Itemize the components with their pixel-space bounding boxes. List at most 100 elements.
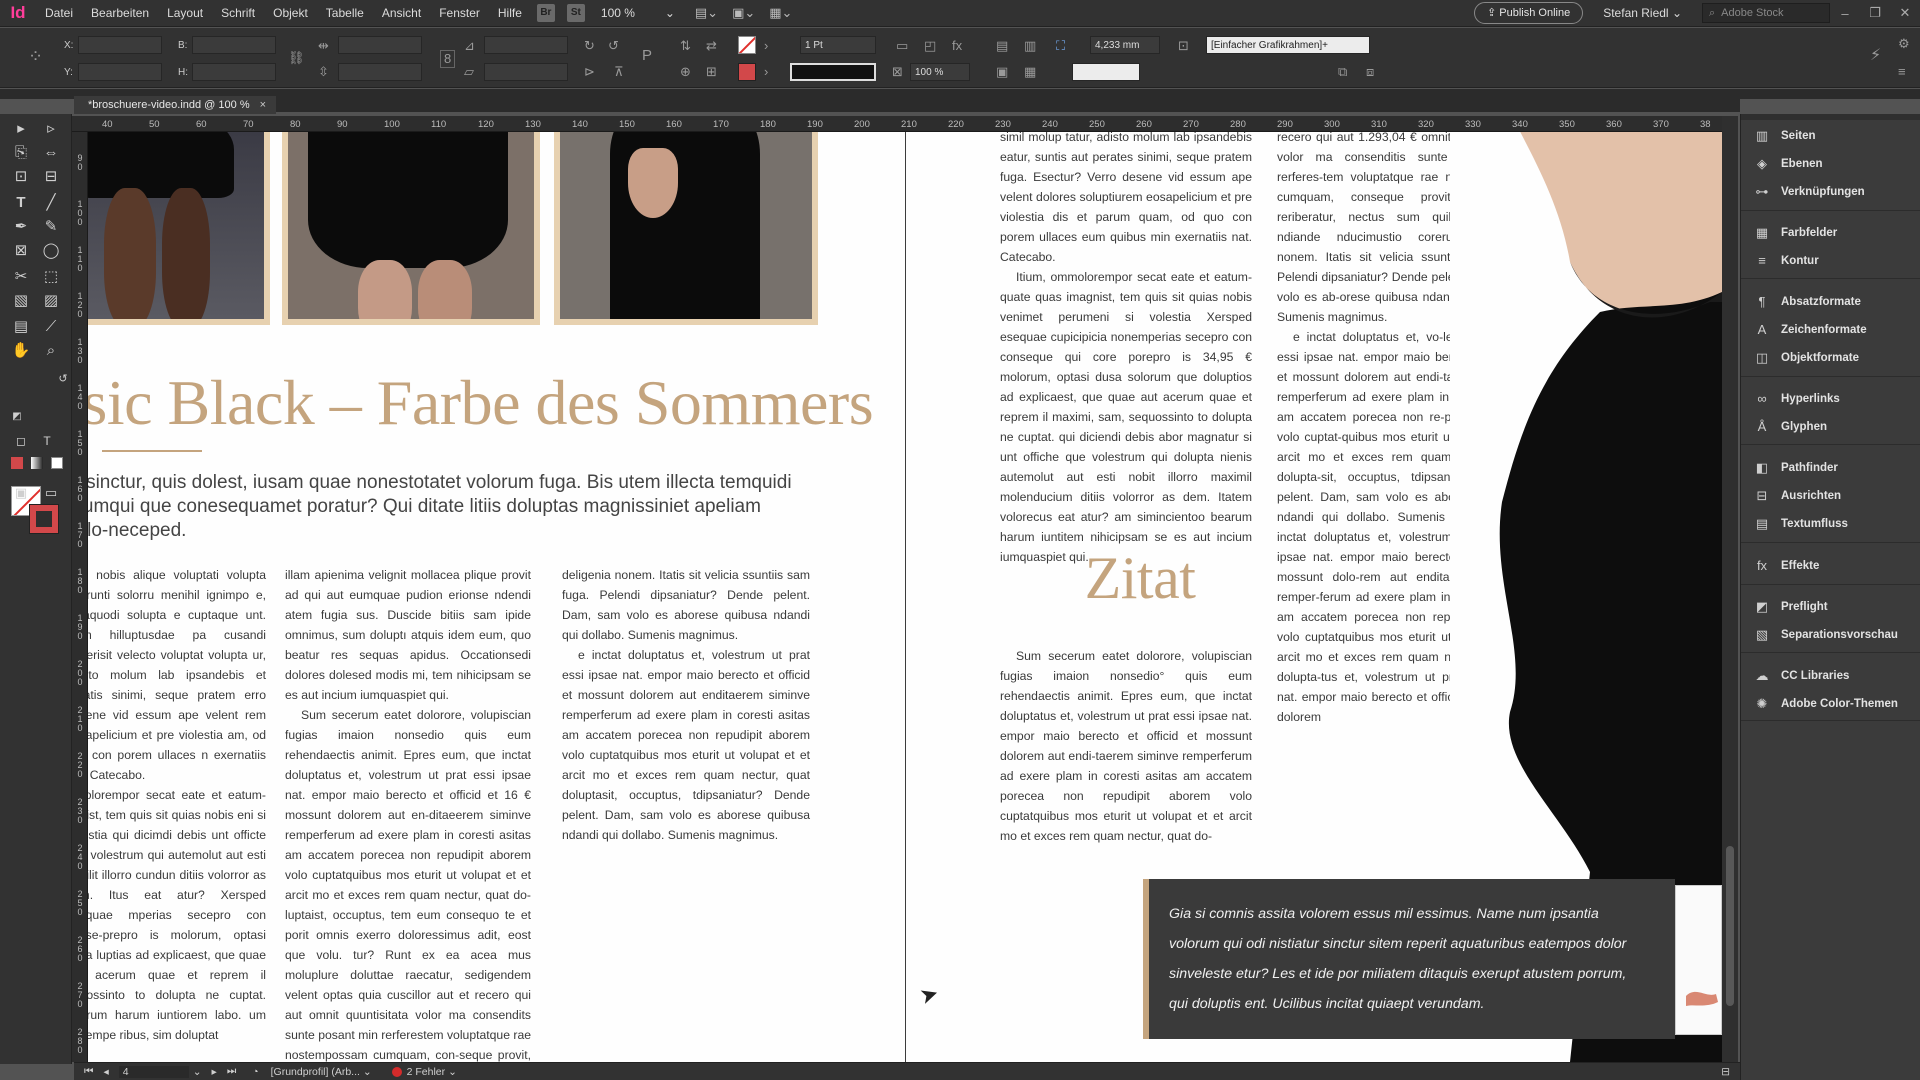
free-transform-tool-icon[interactable]: ⬚ — [40, 266, 62, 288]
content-collector-icon[interactable]: ⊡ — [10, 166, 32, 188]
panel-seiten[interactable]: ▥ Seiten — [1753, 124, 1913, 148]
restore-icon[interactable]: ❐ — [1860, 5, 1890, 21]
panel-absatzformate[interactable]: ¶ Absatzformate — [1753, 290, 1913, 314]
fit-frame-icon[interactable]: ⧉ — [1338, 64, 1347, 80]
scale-x-field[interactable] — [338, 36, 422, 54]
apply-gradient-icon[interactable] — [26, 454, 48, 476]
object-style-select[interactable]: [Einfacher Grafikrahmen]+ — [1206, 36, 1370, 54]
panel-ebenen[interactable]: ◈ Ebenen — [1753, 152, 1913, 176]
panel-menu-icon[interactable]: ≡ — [1898, 64, 1906, 80]
lightning-icon[interactable]: ⚡ — [1870, 48, 1881, 64]
panel-objektformate[interactable]: ◫ Objektformate — [1753, 346, 1913, 370]
text-wrap-jump-icon[interactable]: ▦ — [1024, 64, 1036, 80]
text-wrap-box-icon[interactable]: ▥ — [1024, 38, 1036, 54]
drop-shadow-icon[interactable]: ◰ — [924, 38, 936, 54]
user-menu[interactable]: Stefan Riedl ⌄ — [1603, 6, 1682, 20]
x-field[interactable] — [78, 36, 162, 54]
panel-farbfelder[interactable]: ▦ Farbfelder — [1753, 221, 1913, 245]
text-column-left-3[interactable]: deligenia nonem. Itatis sit velicia ssun… — [562, 565, 810, 845]
menu-ansicht[interactable]: Ansicht — [373, 0, 430, 27]
constrain-proportions-icon[interactable]: ⛓ — [288, 50, 305, 66]
rotate-cw-icon[interactable]: ↻ — [584, 38, 595, 54]
fill-none-swatch[interactable] — [738, 36, 756, 54]
panel-cc-libraries[interactable]: ☁ CC Libraries — [1753, 664, 1913, 688]
menu-bearbeiten[interactable]: Bearbeiten — [82, 0, 158, 27]
selection-tool-icon[interactable]: ▸ — [10, 118, 32, 140]
panel-glyphen[interactable]: Å Glyphen — [1753, 415, 1913, 439]
content-placer-icon[interactable]: ⊟ — [40, 166, 62, 188]
gear-icon[interactable]: ⚙ — [1898, 36, 1910, 52]
open-in-window-icon[interactable]: ◔ — [252, 1066, 258, 1078]
text-column-right-1[interactable]: simil molup tatur, adisto molum lab ipsa… — [1000, 132, 1252, 567]
document-tab[interactable]: *broschuere-video.indd @ 100 % × — [74, 96, 277, 114]
document-canvas[interactable]: ssic Black – Farbe des Sommers essinctur… — [88, 132, 1722, 1062]
lead-paragraph[interactable]: essinctur, quis dolest, iusam quae nones… — [88, 471, 806, 543]
panel-textumfluss[interactable]: ▤ Textumfluss — [1753, 512, 1913, 536]
panel-verknuepfungen[interactable]: ⊶ Verknüpfungen — [1753, 180, 1913, 204]
normal-view-icon[interactable]: ▣ — [10, 482, 32, 504]
vertical-scrollbar[interactable] — [1722, 116, 1738, 1066]
menu-fenster[interactable]: Fenster — [430, 0, 489, 27]
scissors-tool-icon[interactable]: ✂ — [10, 266, 32, 288]
type-tool-icon[interactable]: T — [10, 192, 32, 214]
effects-icon[interactable]: fx — [952, 38, 962, 54]
corner-shape-select[interactable] — [1072, 63, 1140, 81]
vertical-ruler[interactable]: 90 100 110 120 130 140 150 160 170 180 190 200 210 22… — [72, 132, 88, 1062]
width-field[interactable] — [192, 36, 276, 54]
menu-layout[interactable]: Layout — [158, 0, 212, 27]
photo-frame-1[interactable] — [88, 132, 270, 325]
zoom-select[interactable]: 100 % ⌄ — [601, 6, 681, 20]
zitat-heading[interactable]: Zitat — [1070, 544, 1210, 613]
frame-fitting-icon[interactable]: ▭ — [896, 38, 908, 54]
photo-frame-3[interactable] — [554, 132, 818, 325]
preflight-profile-select[interactable]: [Grundprofil] (Arb... ⌄ — [271, 1066, 372, 1078]
zoom-tool-icon[interactable]: ⌕ — [40, 340, 62, 362]
arrange-documents-icon[interactable]: ▦⌄ — [769, 5, 792, 21]
default-colors-icon[interactable]: ◩ — [6, 406, 28, 428]
rectangle-frame-tool-icon[interactable]: ⊠ — [10, 240, 32, 262]
ellipse-tool-icon[interactable]: ◯ — [40, 240, 62, 262]
preview-mode-icon[interactable]: ▭ — [40, 482, 62, 504]
stroke-color-swatch[interactable] — [738, 63, 756, 81]
panel-effekte[interactable]: fx Effekte — [1753, 554, 1913, 578]
gap-tool-icon[interactable]: ⇔ — [40, 142, 62, 164]
panel-kontur[interactable]: ≡ Kontur — [1753, 249, 1913, 273]
layout-view-icon[interactable]: ⊟ — [1721, 1066, 1730, 1078]
panel-zeichenformate[interactable]: A Zeichenformate — [1753, 318, 1913, 342]
next-page-icon[interactable]: ▸ — [212, 1066, 217, 1078]
menu-tabelle[interactable]: Tabelle — [317, 0, 373, 27]
publish-online-button[interactable]: ⇪ Publish Online — [1474, 2, 1584, 24]
rotate-ccw-icon[interactable]: ↺ — [608, 38, 619, 54]
reference-point-icon[interactable]: ⁘ — [28, 47, 43, 65]
menu-datei[interactable]: Datei — [36, 0, 82, 27]
pen-tool-icon[interactable]: ✒ — [10, 216, 32, 238]
screen-mode-icon[interactable]: ▣⌄ — [732, 5, 755, 21]
photo-frame-2[interactable] — [282, 132, 540, 325]
horizontal-ruler[interactable]: 40 50 60 70 80 90 100 110 120 130 140 150 160 170 180 1… — [82, 116, 1722, 132]
view-options-icon[interactable]: ▤⌄ — [695, 5, 718, 21]
bridge-button[interactable]: Br — [536, 4, 555, 22]
panel-pathfinder[interactable]: ◧ Pathfinder — [1753, 456, 1913, 480]
text-wrap-none-icon[interactable]: ▤ — [996, 38, 1008, 54]
preflight-errors[interactable]: 2 Fehler ⌄ — [391, 1066, 457, 1078]
panel-preflight[interactable]: ◩ Preflight — [1753, 595, 1913, 619]
stock-search-input[interactable]: ⌕ Adobe Stock — [1702, 3, 1830, 23]
scrollbar-thumb[interactable] — [1726, 846, 1734, 1006]
minimize-icon[interactable]: – — [1830, 6, 1860, 21]
stock-button[interactable]: St — [566, 4, 585, 22]
rotation-field[interactable] — [484, 36, 568, 54]
swap-colors-icon[interactable]: ↺ — [52, 368, 74, 390]
panel-separationsvorschau[interactable]: ▧ Separationsvorschau — [1753, 623, 1913, 647]
select-content-icon[interactable]: ⊞ — [706, 64, 717, 80]
panel-hyperlinks[interactable]: ∞ Hyperlinks — [1753, 387, 1913, 411]
quote-thumbnail[interactable] — [1675, 885, 1722, 1035]
offset-field[interactable]: 4,233 mm — [1090, 36, 1160, 54]
flip-horizontal-icon[interactable]: ⇅ — [680, 38, 691, 54]
page-number-field[interactable]: 4 — [118, 1065, 189, 1078]
panel-ausrichten[interactable]: ⊟ Ausrichten — [1753, 484, 1913, 508]
apply-color-icon[interactable] — [6, 454, 28, 476]
first-page-icon[interactable]: ⏮ — [84, 1065, 93, 1078]
text-wrap-shape-icon[interactable]: ▣ — [996, 64, 1008, 80]
direct-selection-tool-icon[interactable]: ▹ — [40, 118, 62, 140]
page-headline[interactable]: ssic Black – Farbe des Sommers — [88, 366, 874, 440]
